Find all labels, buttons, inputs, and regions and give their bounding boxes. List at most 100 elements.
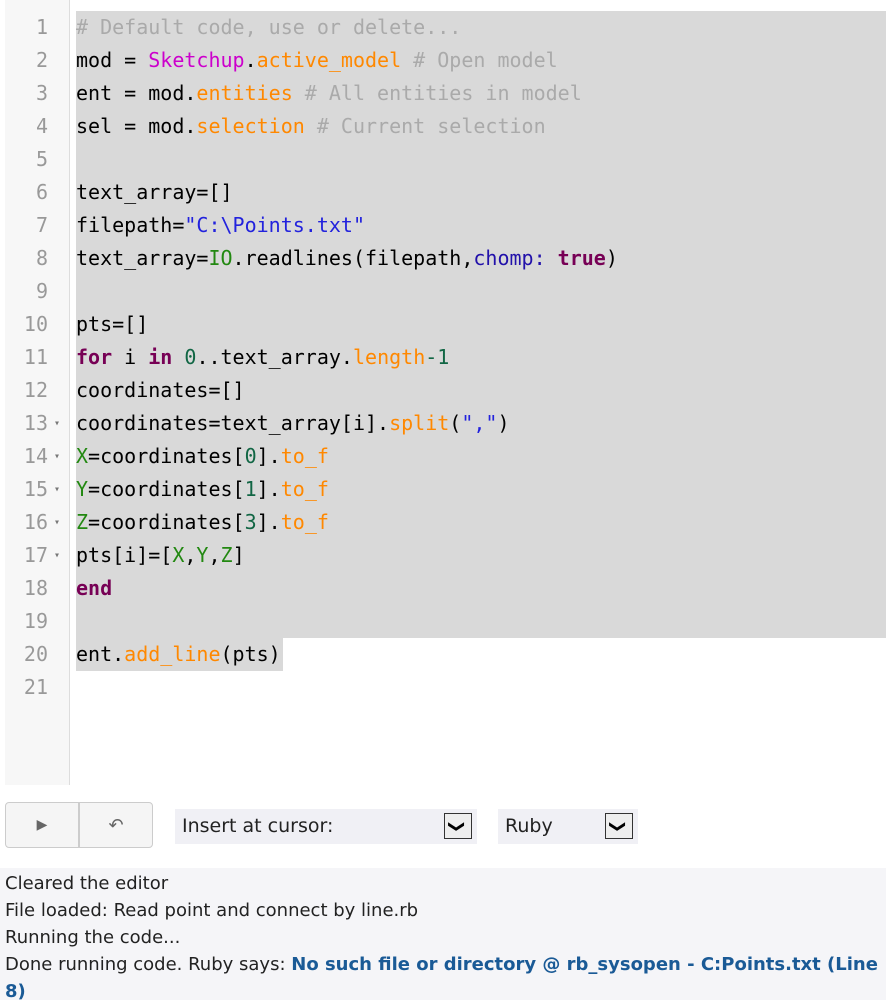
line-number: 10 [23, 312, 48, 336]
line-number: 6 [35, 180, 48, 204]
line-text: text_array=[] [76, 176, 233, 209]
code-line[interactable]: 8 text_array=IO.readlines(filepath,chomp:… [36, 242, 886, 275]
language-select[interactable]: Ruby ❯ [498, 809, 638, 844]
output-line: Running the code... [5, 927, 181, 948]
selection-highlight [76, 572, 886, 605]
code-token: Z [76, 510, 89, 534]
line-text: Z=coordinates[3].to_f [76, 506, 329, 539]
line-text: pts=[] [76, 308, 148, 341]
code-line[interactable]: 1 # Default code, use or delete... [36, 11, 886, 44]
code-token: X [172, 543, 185, 567]
code-token: ( [449, 411, 462, 435]
code-token: "C:\Points.txt" [184, 213, 365, 237]
play-icon: ▶ [36, 817, 48, 833]
code-line[interactable]: 10 pts=[] [24, 308, 886, 341]
code-token: ] [232, 543, 245, 567]
code-token: for [76, 345, 113, 369]
line-number: 4 [35, 114, 48, 138]
code-line[interactable]: 16 ▾ Z=coordinates[3].to_f [24, 506, 886, 539]
code-line[interactable]: 9 [36, 275, 886, 308]
code-line[interactable]: 12 coordinates=[] [24, 374, 886, 407]
code-token: =coordinates[ [88, 510, 245, 534]
code-line[interactable]: 15 ▾ Y=coordinates[1].to_f [24, 473, 886, 506]
code-token: Y [196, 543, 209, 567]
code-token: chomp: [473, 246, 546, 270]
code-line[interactable]: 3 ent = mod.entities # All entities in mo… [36, 77, 886, 110]
fold-arrow-icon[interactable]: ▾ [54, 473, 60, 506]
line-number: 1 [35, 15, 48, 39]
code-token: 3 [244, 510, 257, 534]
code-token: , [184, 543, 197, 567]
line-number: 7 [35, 213, 48, 237]
code-token: .readlines(filepath, [232, 246, 474, 270]
code-line[interactable]: 7 filepath="C:\Points.txt" [36, 209, 886, 242]
code-token: selection [196, 114, 305, 138]
code-line[interactable]: 2 mod = Sketchup.active_model # Open mode… [36, 44, 886, 77]
fold-arrow-icon[interactable]: ▾ [54, 539, 60, 572]
line-number: 2 [35, 48, 48, 72]
line-number: 9 [35, 279, 48, 303]
chevron-glyph: ❯ [609, 819, 629, 833]
line-number: 5 [35, 147, 48, 171]
line-number: 13 [23, 411, 48, 435]
line-number: 20 [23, 642, 48, 666]
chevron-glyph: ❯ [448, 819, 468, 833]
run-button[interactable]: ▶ [6, 803, 80, 847]
line-text: X=coordinates[0].to_f [76, 440, 329, 473]
code-line[interactable]: 6 text_array=[] [36, 176, 886, 209]
code-token: ent. [76, 642, 125, 666]
fold-arrow-icon[interactable]: ▾ [54, 506, 60, 539]
code-token: . [244, 48, 257, 72]
code-token: pts=[] [76, 312, 149, 336]
code-token: coordinates=text_array[i]. [76, 411, 390, 435]
undo-button[interactable]: ↶ [80, 803, 152, 847]
line-text: end [76, 572, 112, 605]
chevron-down-icon[interactable]: ❯ [605, 813, 633, 839]
code-token: to_f [280, 510, 329, 534]
code-token: X [76, 444, 89, 468]
insert-snippet-select[interactable]: Insert at cursor: ❯ [175, 809, 477, 844]
code-token: ]. [256, 477, 281, 501]
code-line[interactable]: 5 [36, 143, 886, 176]
code-token: text_array= [76, 246, 209, 270]
code-token: =coordinates[ [88, 444, 245, 468]
code-token: Z [220, 543, 233, 567]
code-token: to_f [280, 444, 329, 468]
code-line[interactable]: 18 end [24, 572, 886, 605]
chevron-down-icon[interactable]: ❯ [444, 813, 472, 839]
line-number: 14 [23, 444, 48, 468]
code-line[interactable]: 13 ▾ coordinates=text_array[i].split(",") [24, 407, 886, 440]
code-token: IO [208, 246, 233, 270]
code-line[interactable]: 4 sel = mod.selection # Current selection [36, 110, 886, 143]
code-token: # Current selection [304, 114, 546, 138]
code-token: filepath= [76, 213, 185, 237]
code-token: to_f [280, 477, 329, 501]
fold-arrow-icon[interactable]: ▾ [54, 407, 60, 440]
code-token: Sketchup [148, 48, 245, 72]
code-token: 0 [184, 345, 197, 369]
code-token: ) [605, 246, 618, 270]
output-line: Cleared the editor [5, 873, 169, 894]
line-number: 18 [23, 576, 48, 600]
code-line[interactable]: 21 [24, 671, 886, 704]
code-line[interactable]: 14 ▾ X=coordinates[0].to_f [24, 440, 886, 473]
code-line[interactable]: 17 ▾ pts[i]=[X,Y,Z] [24, 539, 886, 572]
undo-icon: ↶ [108, 814, 124, 836]
output-console: Cleared the editor File loaded: Read poi… [0, 868, 886, 1002]
code-token: pts[i]=[ [76, 543, 173, 567]
code-token: end [76, 576, 113, 600]
code-line[interactable]: 20 ent.add_line(pts) [24, 638, 886, 671]
selection-highlight [76, 308, 886, 341]
code-token: coordinates=[] [76, 378, 245, 402]
selection-highlight [76, 143, 886, 176]
code-line[interactable]: 11 for i in 0..text_array.length-1 [24, 341, 886, 374]
line-text: pts[i]=[X,Y,Z] [76, 539, 245, 572]
code-line[interactable]: 19 [24, 605, 886, 638]
line-text: Y=coordinates[1].to_f [76, 473, 329, 506]
line-number: 21 [23, 675, 48, 699]
code-token: 0 [244, 444, 257, 468]
line-number: 3 [35, 81, 48, 105]
code-lines[interactable]: 1 # Default code, use or delete... 2 mod = … [24, 11, 886, 704]
code-editor[interactable]: 1 # Default code, use or delete... 2 mod = … [5, 0, 886, 785]
fold-arrow-icon[interactable]: ▾ [54, 440, 60, 473]
